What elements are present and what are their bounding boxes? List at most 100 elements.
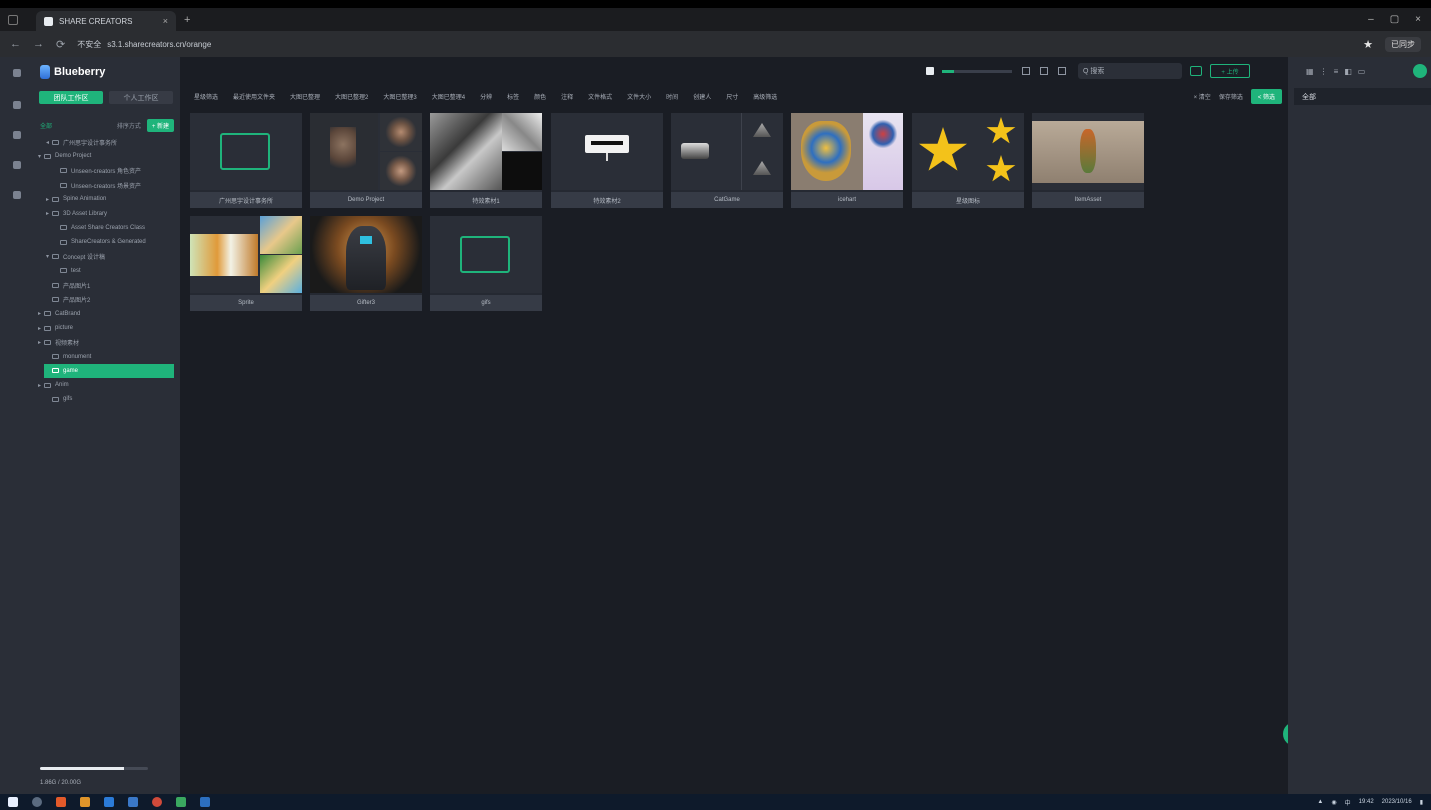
app-icon-browser[interactable] — [56, 797, 66, 807]
asset-card[interactable]: 星级图标 — [912, 113, 1024, 208]
asset-card[interactable]: 特效素材2 — [551, 113, 663, 208]
app-icon-ide[interactable] — [176, 797, 186, 807]
filter-item[interactable]: 颜色 — [534, 92, 546, 101]
app-icon-folder[interactable] — [80, 797, 90, 807]
tree-item[interactable]: 产品图片1 — [34, 278, 180, 292]
clock-date[interactable]: 2023/10/16 — [1382, 799, 1412, 805]
search-input[interactable]: Q 搜索 — [1078, 63, 1182, 79]
input-language[interactable]: 中 — [1345, 798, 1351, 807]
filter-item[interactable]: 文件格式 — [588, 92, 612, 101]
tab-close-icon[interactable]: × — [163, 16, 168, 26]
new-folder-button[interactable]: + 新建 — [146, 119, 174, 132]
filter-item[interactable]: 大图已整理3 — [383, 92, 416, 101]
panel-tool-icon[interactable]: ▭ — [1358, 67, 1366, 76]
close-window-button[interactable]: × — [1415, 14, 1421, 25]
start-icon[interactable] — [8, 797, 18, 807]
bookmark-star-icon[interactable]: ★ — [1363, 38, 1373, 51]
rail-back-icon[interactable] — [13, 101, 21, 109]
tree-item[interactable]: ▸ Anim — [34, 378, 180, 392]
panel-tool-icon[interactable]: ≡ — [1334, 67, 1339, 76]
filter-item[interactable]: 大图已整理2 — [335, 92, 368, 101]
security-label[interactable]: 不安全 — [77, 39, 101, 50]
minimize-button[interactable]: – — [1368, 14, 1374, 25]
filter-toggle-button[interactable]: < 筛选 — [1250, 88, 1282, 104]
new-tab-button[interactable]: + — [184, 14, 190, 26]
asset-card[interactable]: 广州思宇设计事务所 — [190, 113, 302, 208]
tree-item[interactable]: ◂ 广州思宇设计事务所 — [34, 135, 180, 149]
grid-view-icon[interactable] — [1022, 67, 1030, 75]
tree-item[interactable]: monument — [34, 349, 180, 363]
tab-team-workspace[interactable]: 团队工作区 — [39, 91, 103, 104]
forward-button[interactable]: → — [33, 38, 44, 50]
list-view-icon[interactable] — [1040, 67, 1048, 75]
tree-sort-button[interactable]: 排序方式 — [117, 121, 141, 130]
asset-card[interactable]: icehart — [791, 113, 903, 208]
thumbnail-size-slider[interactable] — [942, 69, 1012, 73]
filter-item[interactable]: 标签 — [507, 92, 519, 101]
filter-item[interactable]: 尺寸 — [726, 92, 738, 101]
asset-card[interactable]: ItemAsset — [1032, 113, 1144, 208]
filter-item[interactable]: 注释 — [561, 92, 573, 101]
clock-time[interactable]: 19:42 — [1359, 799, 1374, 805]
tree-item[interactable]: Unseen-creators 场景资产 — [34, 178, 180, 192]
rail-home-icon[interactable] — [13, 69, 21, 77]
profile-pill[interactable]: 已同步 — [1385, 36, 1421, 52]
panel-tool-icon[interactable]: ◧ — [1344, 67, 1352, 76]
back-button[interactable]: ← — [10, 38, 21, 50]
filter-item[interactable]: 创建人 — [693, 92, 711, 101]
asset-card[interactable]: 特效素材1 — [430, 113, 542, 208]
tree-item[interactable]: ShareCreators & Generated — [34, 235, 180, 249]
tree-item[interactable]: Unseen-creators 角色资产 — [34, 164, 180, 178]
clear-filter-button[interactable]: × 清空 — [1194, 92, 1211, 101]
rail-share-icon[interactable] — [13, 161, 21, 169]
asset-card[interactable]: Sprite — [190, 216, 302, 311]
filter-item[interactable]: 高级筛选 — [753, 92, 777, 101]
volume-icon[interactable]: ◉ — [1331, 799, 1336, 806]
tree-item[interactable]: gifs — [34, 392, 180, 406]
tree-item-selected[interactable]: game — [44, 363, 174, 379]
window-menu-icon[interactable] — [8, 14, 18, 25]
save-filter-button[interactable]: 保存筛选 — [1219, 92, 1243, 101]
maximize-button[interactable]: ▢ — [1390, 14, 1399, 25]
upload-button[interactable]: + 上传 — [1210, 64, 1250, 78]
url-field[interactable]: 不安全 s3.1.sharecreators.cn/orange — [77, 39, 211, 50]
asset-card[interactable]: gifs — [430, 216, 542, 311]
refresh-icon[interactable] — [1058, 67, 1066, 75]
tree-item[interactable]: ▸ picture — [34, 321, 180, 335]
tree-item[interactable]: ▾ Concept 设计稿 — [34, 249, 180, 263]
save-icon[interactable] — [926, 67, 934, 75]
filter-item[interactable]: 文件大小 — [627, 92, 651, 101]
tree-all-label[interactable]: 全部 — [40, 121, 52, 130]
app-icon-edge[interactable] — [104, 797, 114, 807]
avatar[interactable] — [1413, 64, 1427, 78]
filter-item[interactable]: 大图已整理4 — [432, 92, 465, 101]
filter-item[interactable]: 时间 — [666, 92, 678, 101]
app-icon-chrome[interactable] — [152, 797, 162, 807]
import-icon[interactable] — [1190, 66, 1202, 76]
tree-item[interactable]: ▸ CatBrand — [34, 307, 180, 321]
rail-tag-icon[interactable] — [13, 131, 21, 139]
filter-item[interactable]: 最近使用文件夹 — [233, 92, 275, 101]
filter-item[interactable]: 星级筛选 — [194, 92, 218, 101]
asset-card[interactable]: Gifter3 — [310, 216, 422, 311]
tree-item[interactable]: ▸ Spine Animation — [34, 192, 180, 206]
tree-item[interactable]: test — [34, 264, 180, 278]
reload-button[interactable]: ⟳ — [56, 38, 65, 51]
app-icon-store[interactable] — [128, 797, 138, 807]
rail-settings-icon[interactable] — [13, 191, 21, 199]
tree-item[interactable]: ▸ 3D Asset Library — [34, 206, 180, 220]
tree-item[interactable]: ▸ 视频素材 — [34, 335, 180, 349]
tree-item[interactable]: 产品图片2 — [34, 292, 180, 306]
panel-tool-icon[interactable]: ⋮ — [1320, 67, 1328, 76]
tree-item[interactable]: ▾ Demo Project — [34, 149, 180, 163]
asset-card[interactable]: Demo Project — [310, 113, 422, 208]
app-icon-mail[interactable] — [200, 797, 210, 807]
panel-tool-icon[interactable]: ▦ — [1306, 67, 1314, 76]
browser-tab[interactable]: SHARE CREATORS × — [36, 11, 176, 31]
network-icon[interactable]: ▲ — [1317, 799, 1323, 805]
search-icon[interactable] — [32, 797, 42, 807]
notification-icon[interactable]: ▮ — [1420, 799, 1423, 806]
filter-item[interactable]: 分辨 — [480, 92, 492, 101]
filter-item[interactable]: 大图已整理 — [290, 92, 320, 101]
asset-card[interactable]: CatGame — [671, 113, 783, 208]
